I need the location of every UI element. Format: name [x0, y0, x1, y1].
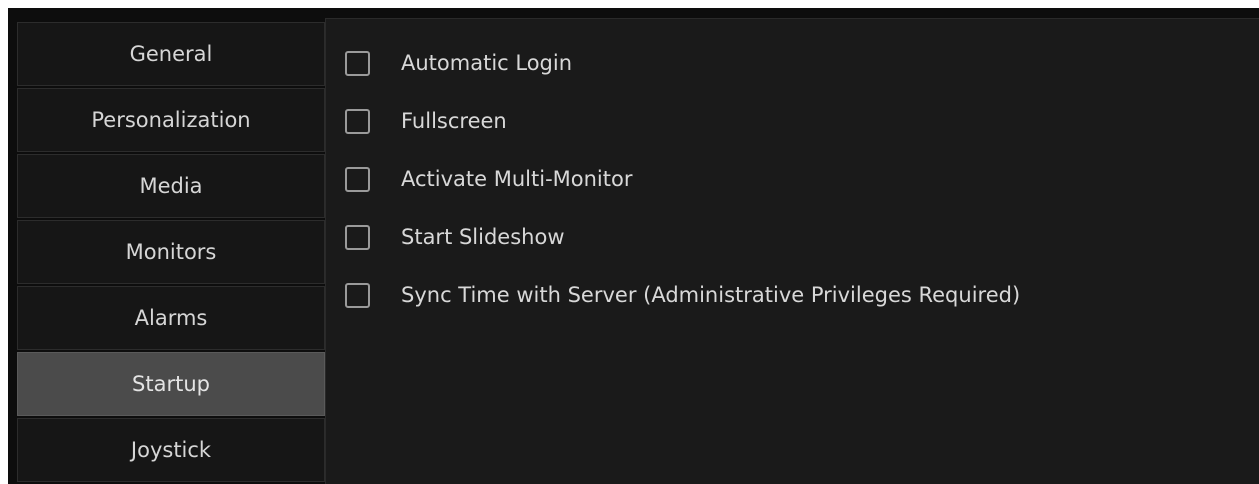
settings-window: General Personalization Media Monitors A…	[8, 8, 1259, 484]
sync-time-checkbox[interactable]	[345, 282, 370, 308]
fullscreen-label: Fullscreen	[401, 109, 507, 133]
sidebar-item-general[interactable]: General	[17, 22, 325, 86]
sidebar-item-label: Startup	[132, 372, 210, 396]
sidebar-item-startup[interactable]: Startup	[17, 352, 325, 416]
activate-multi-monitor-option[interactable]: Activate Multi-Monitor	[345, 161, 632, 197]
automatic-login-option[interactable]: Automatic Login	[345, 45, 572, 81]
sidebar-item-label: Media	[139, 174, 203, 198]
sidebar-item-alarms[interactable]: Alarms	[17, 286, 325, 350]
startup-settings-panel: Automatic Login Fullscreen Activate Mult…	[325, 18, 1259, 484]
sidebar-item-label: Joystick	[130, 438, 212, 462]
start-slideshow-label: Start Slideshow	[401, 225, 565, 249]
activate-multi-monitor-label: Activate Multi-Monitor	[401, 167, 633, 191]
activate-multi-monitor-checkbox[interactable]	[345, 166, 370, 192]
fullscreen-option[interactable]: Fullscreen	[345, 103, 507, 139]
sync-time-label: Sync Time with Server (Administrative Pr…	[401, 283, 1021, 307]
automatic-login-checkbox[interactable]	[345, 50, 370, 76]
sidebar-item-label: Monitors	[125, 240, 217, 264]
fullscreen-checkbox[interactable]	[345, 108, 370, 134]
sidebar-item-personalization[interactable]: Personalization	[17, 88, 325, 152]
sidebar-item-joystick[interactable]: Joystick	[17, 418, 325, 482]
start-slideshow-checkbox[interactable]	[345, 224, 370, 250]
start-slideshow-option[interactable]: Start Slideshow	[345, 219, 565, 255]
settings-sidebar: General Personalization Media Monitors A…	[17, 22, 327, 484]
sidebar-item-label: Alarms	[134, 306, 208, 330]
sidebar-item-media[interactable]: Media	[17, 154, 325, 218]
sidebar-item-monitors[interactable]: Monitors	[17, 220, 325, 284]
sidebar-item-label: General	[129, 42, 213, 66]
sidebar-item-label: Personalization	[91, 108, 251, 132]
sync-time-option[interactable]: Sync Time with Server (Administrative Pr…	[345, 277, 1020, 313]
automatic-login-label: Automatic Login	[401, 51, 573, 75]
